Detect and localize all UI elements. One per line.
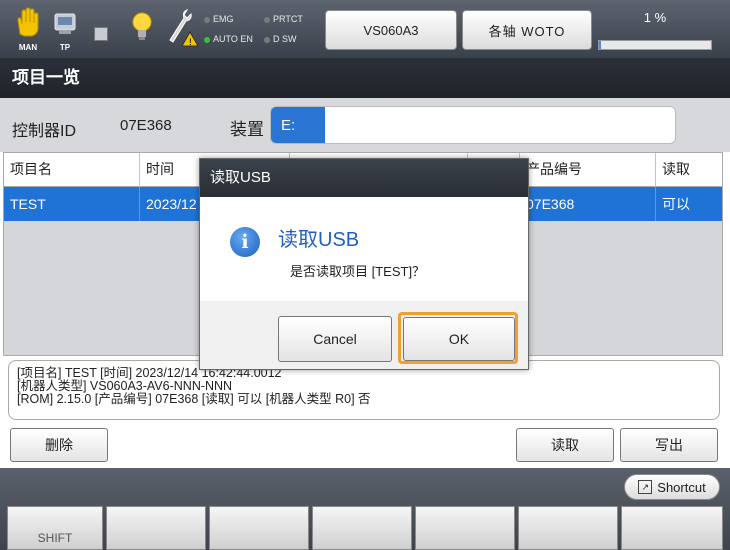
column-header-product[interactable]: 产品编号 — [520, 153, 656, 187]
info-line-3: [ROM] 2.15.0 [产品编号] 07E368 [读取] 可以 [机器人类… — [17, 392, 371, 406]
device-label: 装置 — [230, 120, 264, 139]
fkey-shift[interactable]: SHIFT — [7, 506, 103, 550]
robot-model-button[interactable]: VS060A3 — [325, 10, 457, 50]
wrench-warning-icon[interactable]: ! — [160, 6, 200, 54]
dsw-led-icon — [264, 36, 270, 43]
dialog-title: 读取USB — [200, 159, 528, 197]
cancel-button[interactable]: Cancel — [278, 316, 392, 362]
device-value: E: — [271, 107, 325, 143]
ok-button-focus-ring[interactable]: OK — [398, 312, 518, 364]
fkey-4[interactable] — [312, 506, 412, 550]
fkey-5[interactable] — [415, 506, 515, 550]
stop-icon[interactable] — [94, 27, 108, 41]
info-icon: i — [230, 227, 260, 257]
lightbulb-icon[interactable] — [122, 6, 162, 54]
svg-text:!: ! — [189, 38, 193, 48]
led-emg: EMG — [204, 14, 234, 24]
controller-id-label: 控制器ID — [12, 123, 77, 140]
fkey-6[interactable] — [518, 506, 618, 550]
column-header-read[interactable]: 读取 — [656, 153, 722, 187]
shortcut-label: Shortcut — [657, 479, 706, 495]
prtct-led-icon — [264, 16, 270, 23]
device-select[interactable]: E: — [270, 106, 676, 144]
read-usb-dialog: 读取USB i 读取USB 是否读取项目 [TEST]？ Cancel OK — [199, 158, 529, 370]
led-auto-en: AUTO EN — [204, 34, 253, 44]
cell-product: 07E368 — [520, 187, 656, 221]
read-button[interactable]: 读取 — [516, 428, 614, 462]
teach-pendant-icon[interactable]: TP — [45, 6, 85, 54]
shortcut-button[interactable]: ↗ Shortcut — [624, 474, 720, 500]
speed-percent: 1 % — [643, 10, 667, 25]
column-header-name[interactable]: 项目名 — [4, 153, 140, 187]
fkey-2[interactable] — [106, 506, 206, 550]
tp-label: TP — [59, 43, 71, 52]
dialog-heading: 读取USB — [278, 229, 360, 251]
man-label: MAN — [18, 43, 38, 52]
fkey-3[interactable] — [209, 506, 309, 550]
emg-led-icon — [204, 16, 210, 23]
led-prtct: PRTCT — [264, 14, 303, 24]
speed-bar[interactable] — [598, 40, 712, 50]
page-title: 项目一览 — [0, 58, 730, 98]
delete-button[interactable]: 删除 — [10, 428, 108, 462]
led-dsw: D SW — [264, 34, 297, 44]
dialog-message: 是否读取项目 [TEST]？ — [290, 264, 426, 279]
speed-bar-fill — [599, 41, 602, 49]
dialog-body: i 读取USB 是否读取项目 [TEST]？ — [200, 197, 528, 301]
shortcut-icon: ↗ — [638, 480, 653, 494]
ok-button[interactable]: OK — [403, 317, 515, 361]
manual-mode-icon[interactable]: MAN — [8, 6, 48, 54]
cell-name: TEST — [4, 187, 140, 221]
axis-mode-button[interactable]: 各轴 WOTO — [462, 10, 592, 50]
write-button[interactable]: 写出 — [620, 428, 718, 462]
cell-read: 可以 — [662, 196, 690, 212]
auto-en-led-icon — [204, 36, 210, 43]
controller-id-value: 07E368 — [120, 117, 172, 134]
fkey-7[interactable] — [621, 506, 723, 550]
